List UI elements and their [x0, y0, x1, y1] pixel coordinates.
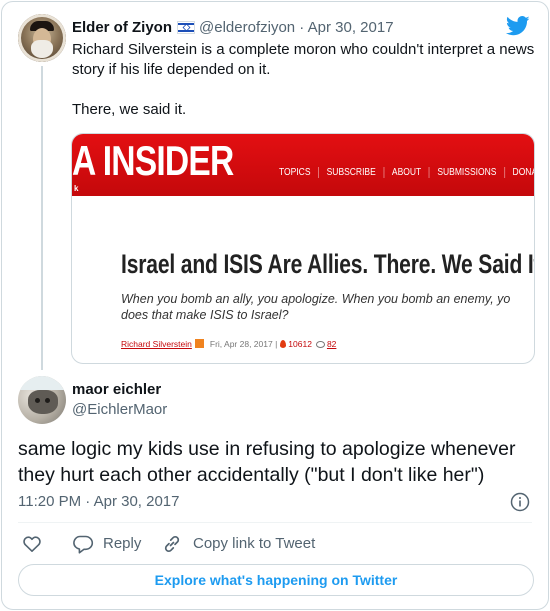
nav-item: SUBMISSIONS	[429, 167, 505, 178]
article-views: 10612	[288, 339, 312, 349]
divider	[18, 522, 532, 523]
subhead-line: When you bomb an ally, you apologize. Wh…	[121, 292, 511, 306]
article-headline: Israel and ISIS Are Allies. There. We Sa…	[121, 249, 535, 279]
parent-tweet-text: Richard Silverstein is a complete moron …	[72, 40, 540, 140]
avatar-ring	[18, 14, 66, 62]
parent-text-line: Richard Silverstein is a complete moron …	[72, 41, 535, 78]
article-subhead: When you bomb an ally, you apologize. Wh…	[121, 291, 534, 323]
article-comments: 82	[326, 339, 337, 349]
israel-flag-icon	[177, 21, 196, 34]
main-tweet-text: same logic my kids use in refusing to ap…	[18, 438, 516, 486]
parent-date[interactable]: Apr 30, 2017	[308, 19, 394, 36]
info-icon[interactable]	[510, 492, 530, 512]
nav-item: SUBSCRIBE	[318, 167, 385, 178]
site-nav: TOPICSSUBSCRIBEABOUTSUBMISSIONS DONAT	[279, 167, 534, 178]
tweet-timestamp[interactable]: 11:20 PM · Apr 30, 2017	[18, 492, 180, 512]
article-author: Richard Silverstein	[121, 339, 192, 349]
copy-link-label: Copy link to Tweet	[193, 535, 316, 552]
thread-line	[41, 66, 43, 370]
avatar-eye	[35, 398, 40, 403]
parent-handle[interactable]: @elderofziyon	[199, 19, 295, 36]
reply-label: Reply	[103, 535, 142, 552]
parent-text-line: There, we said it.	[72, 101, 187, 118]
nav-item: TOPICS	[279, 167, 319, 178]
parent-author-name[interactable]: Elder of Ziyon	[72, 19, 172, 36]
nav-item: DONAT	[512, 167, 534, 178]
main-handle[interactable]: @EichlerMaor	[72, 400, 167, 420]
rss-icon	[194, 339, 204, 348]
heart-icon	[23, 536, 41, 552]
avatar-sky	[18, 376, 66, 390]
site-logo: A INSIDER	[72, 137, 234, 184]
twitter-bird-icon[interactable]	[506, 16, 530, 36]
avatar-dog	[28, 390, 58, 414]
main-avatar[interactable]	[18, 376, 66, 424]
subhead-line: does that make ISIS to Israel?	[121, 308, 289, 322]
site-banner: A INSIDER k TOPICS SUBSCRIBE ABOUT SUBMISSI…	[72, 134, 534, 196]
comment-bubble-icon	[315, 341, 325, 348]
embedded-article-image[interactable]: A INSIDER k TOPICS SUBSCRIBE ABOUT SUBMISSI…	[71, 133, 535, 364]
flame-icon	[280, 340, 287, 348]
parent-avatar[interactable]	[18, 14, 66, 62]
reply-icon	[73, 535, 94, 554]
separator-dot: ·	[299, 19, 305, 36]
main-author-name[interactable]: maor eichler	[72, 380, 161, 400]
link-icon	[164, 535, 180, 553]
article-date: Fri, Apr 28, 2017 |	[209, 339, 278, 349]
explore-twitter-button[interactable]: Explore what's happening on Twitter	[18, 564, 534, 596]
site-banner-fragment: k	[74, 184, 79, 193]
tweet-embed-card: Elder of Ziyon @elderofziyon · Apr 30, 20…	[1, 1, 549, 610]
avatar-eye	[45, 398, 50, 403]
parent-tweet-header: Elder of Ziyon @elderofziyon · Apr 30, 20…	[72, 18, 394, 38]
nav-item: ABOUT	[384, 167, 430, 178]
article-meta: Richard Silverstein Fri, Apr 28, 2017 | 10…	[121, 339, 336, 349]
